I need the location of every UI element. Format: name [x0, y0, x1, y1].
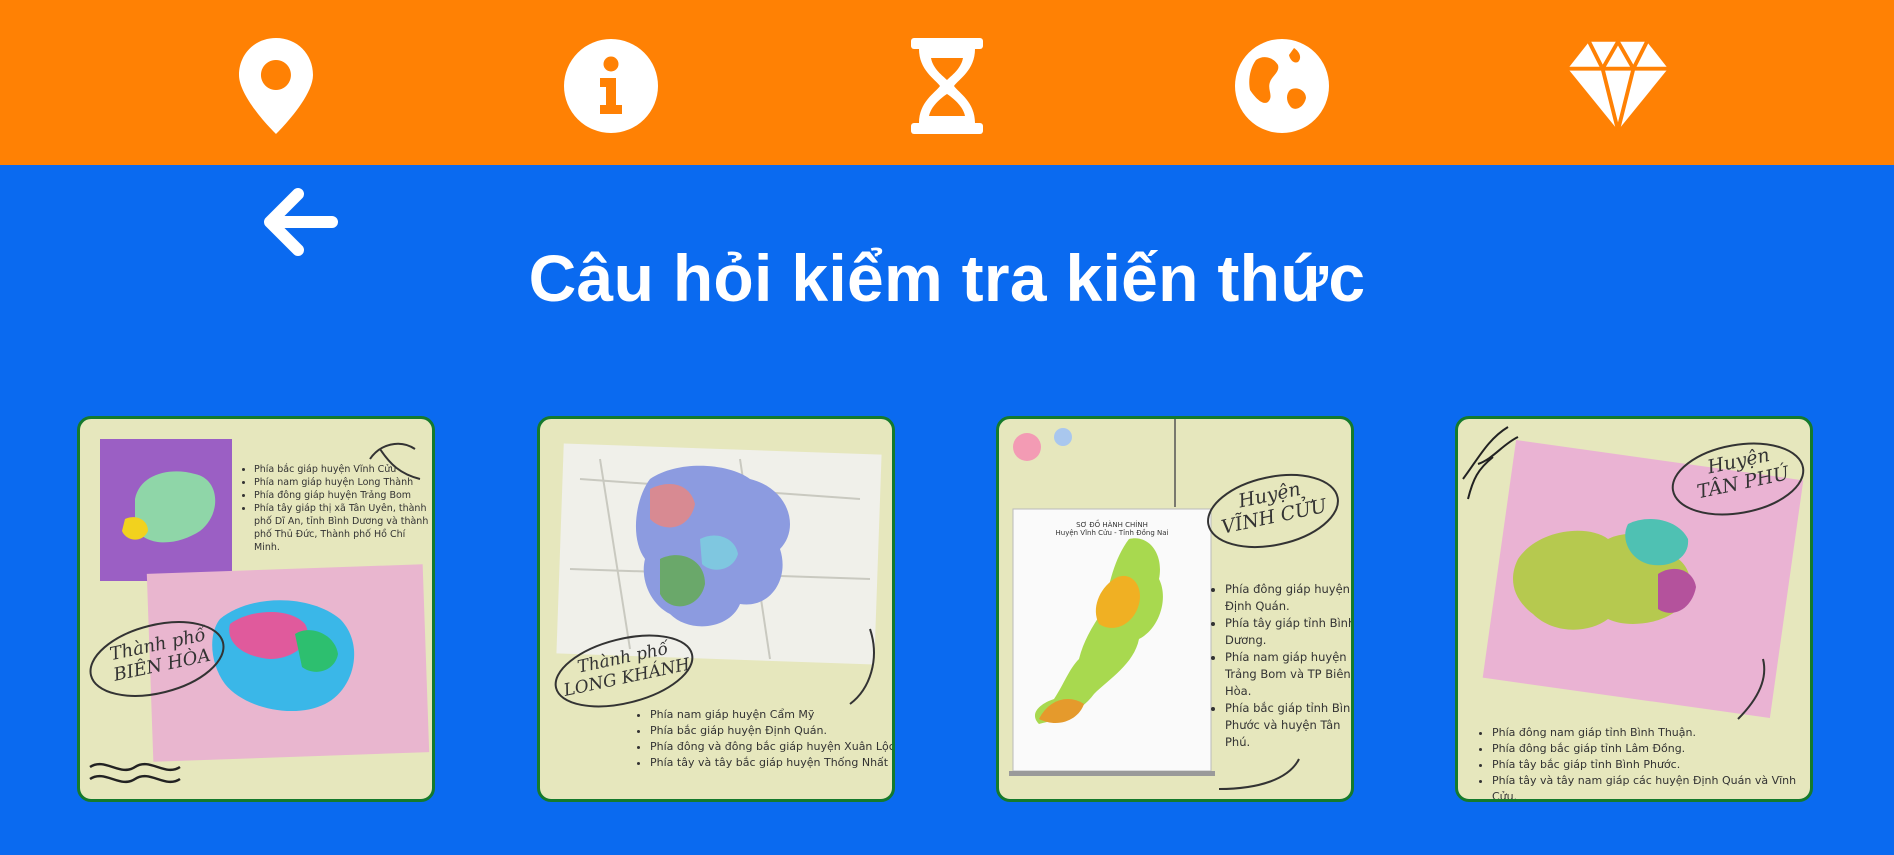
nav-info-button[interactable] — [559, 34, 663, 138]
diamond-icon — [1567, 39, 1669, 131]
top-nav-bar — [0, 0, 1894, 165]
quiz-card-bien-hoa[interactable]: Thành phốBIÊN HÒA Phía bắc giáp huyện Vĩ… — [77, 416, 435, 802]
nav-history-button[interactable] — [895, 34, 999, 138]
card-bullets: Phía nam giáp huyện Cẩm Mỹ Phía bắc giáp… — [636, 707, 892, 771]
page-title: Câu hỏi kiểm tra kiến thức — [528, 241, 1366, 315]
location-pin-icon — [239, 38, 313, 134]
hourglass-icon — [911, 38, 983, 134]
nav-gems-button[interactable] — [1566, 34, 1670, 138]
globe-icon — [1235, 39, 1329, 133]
nav-world-button[interactable] — [1230, 34, 1334, 138]
quiz-card-tan-phu[interactable]: HuyệnTÂN PHÚ Phía đông nam giáp tỉnh Bìn… — [1455, 416, 1813, 802]
quiz-card-long-khanh[interactable]: Thành phốLONG KHÁNH Phía nam giáp huyện … — [537, 416, 895, 802]
quiz-card-vinh-cuu[interactable]: SƠ ĐỒ HÀNH CHÍNH Huyện Vĩnh Cửu - Tỉnh Đồ… — [996, 416, 1354, 802]
nav-location-button[interactable] — [224, 34, 328, 138]
card-bullets: Phía đông giáp huyện Định Quán. Phía tây… — [1211, 581, 1351, 751]
map-title: SƠ ĐỒ HÀNH CHÍNH Huyện Vĩnh Cửu - Tỉnh Đồ… — [1055, 521, 1169, 537]
card-bullets: Phía đông nam giáp tỉnh Bình Thuận. Phía… — [1478, 725, 1810, 799]
info-icon — [564, 39, 658, 133]
card-bullets: Phía bắc giáp huyện Vĩnh Cửu Phía nam gi… — [240, 463, 432, 554]
